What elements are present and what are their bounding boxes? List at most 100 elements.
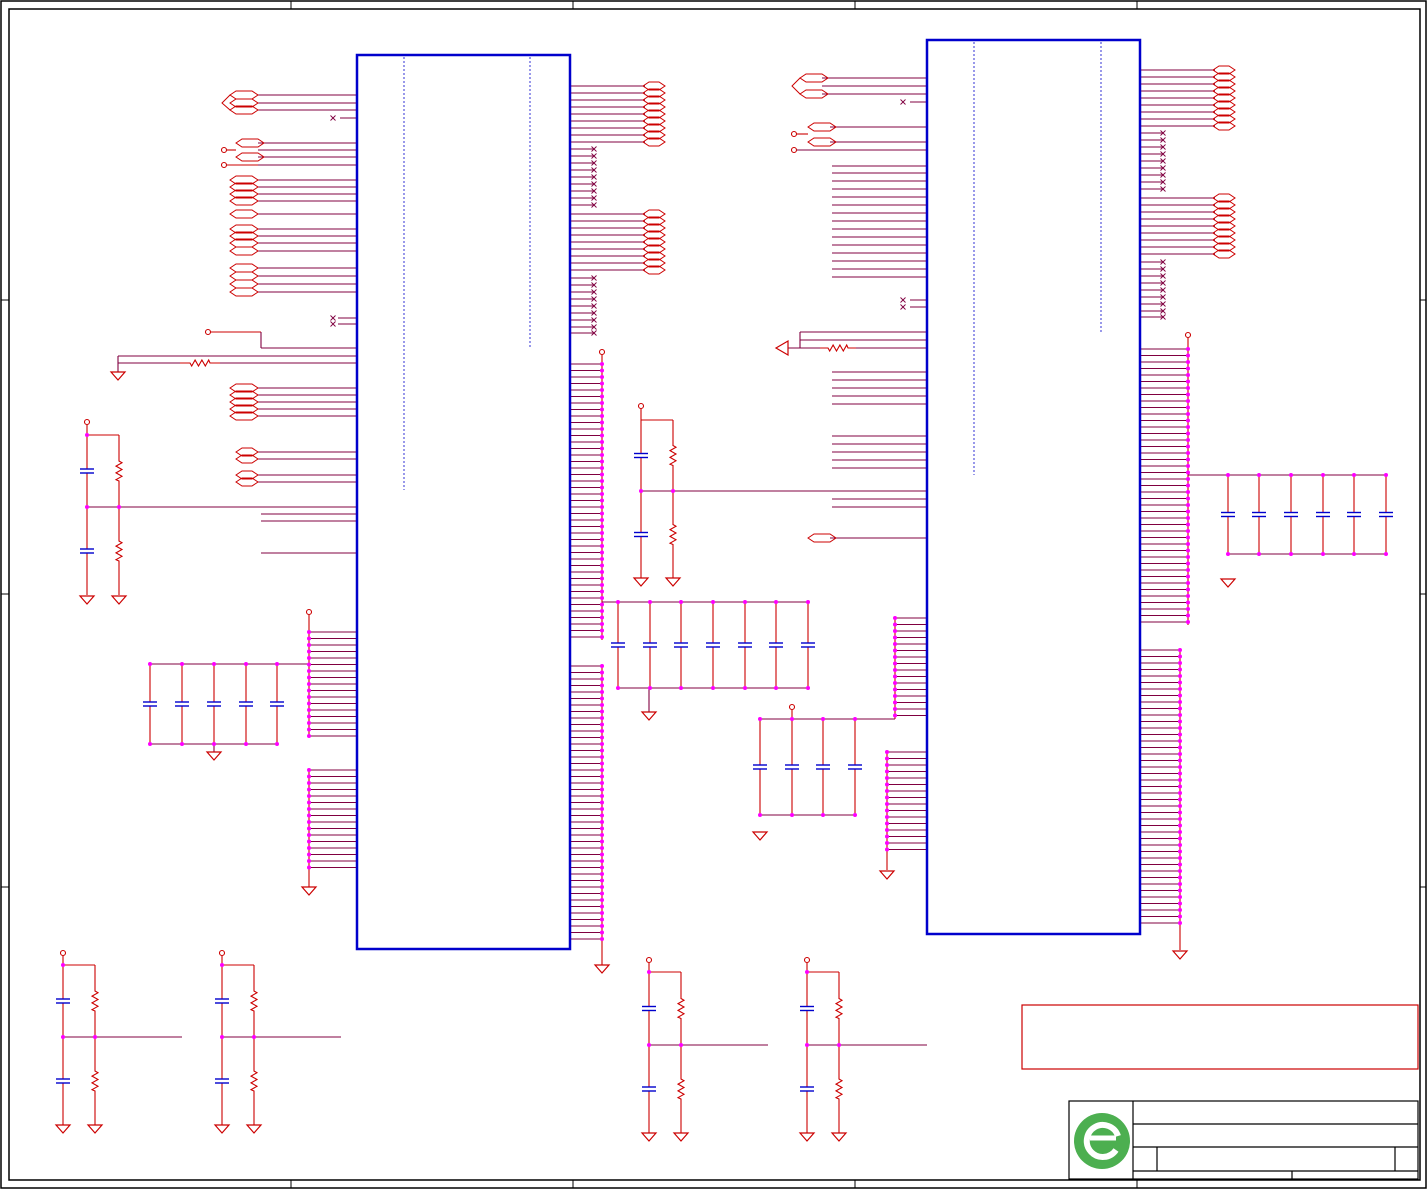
- junction-dot: [1186, 542, 1190, 546]
- junction-dot: [600, 394, 604, 399]
- resistor-icon[interactable]: [90, 965, 100, 1037]
- junction-dot: [1186, 379, 1190, 384]
- capacitor-icon[interactable]: [56, 1078, 70, 1084]
- junction-dot: [758, 813, 762, 817]
- resistor-icon[interactable]: [114, 507, 124, 595]
- resistor-icon[interactable]: [676, 1045, 686, 1133]
- ic-chip-left[interactable]: [355, 53, 572, 951]
- offpage-connector-icon[interactable]: [229, 209, 259, 219]
- power-port-icon[interactable]: [788, 703, 796, 711]
- power-port-icon[interactable]: [220, 146, 228, 154]
- capacitor-icon[interactable]: [1347, 511, 1361, 518]
- resistor-icon[interactable]: [249, 965, 259, 1037]
- offpage-connector-icon[interactable]: [229, 279, 259, 289]
- capacitor-icon[interactable]: [738, 642, 752, 648]
- capacitor-icon[interactable]: [785, 764, 799, 770]
- capacitor-icon[interactable]: [611, 642, 625, 648]
- offpage-connector-icon[interactable]: [229, 287, 259, 297]
- capacitor-icon[interactable]: [643, 642, 657, 648]
- offpage-connector-icon[interactable]: [229, 271, 259, 281]
- ic-chip-right[interactable]: [925, 38, 1142, 936]
- capacitor-icon[interactable]: [848, 764, 862, 770]
- offpage-connector-icon[interactable]: [229, 263, 259, 273]
- capacitor-icon[interactable]: [753, 764, 767, 770]
- junction-dot: [600, 518, 604, 522]
- power-port-icon[interactable]: [790, 130, 798, 138]
- schematic-sheet: [0, 0, 1427, 1189]
- power-port-icon[interactable]: [59, 949, 67, 957]
- power-port-icon[interactable]: [204, 328, 212, 336]
- power-port-icon[interactable]: [645, 956, 653, 964]
- capacitor-icon[interactable]: [239, 701, 253, 707]
- offpage-connector-icon[interactable]: [229, 246, 259, 256]
- junction-dot: [307, 826, 311, 831]
- resistor-icon[interactable]: [820, 343, 856, 353]
- resistor-icon[interactable]: [180, 358, 220, 368]
- resistor-icon[interactable]: [114, 435, 124, 507]
- power-port-icon[interactable]: [218, 949, 226, 957]
- capacitor-icon[interactable]: [80, 548, 94, 554]
- capacitor-icon[interactable]: [816, 764, 830, 770]
- resistor-icon[interactable]: [668, 420, 678, 491]
- power-port-icon[interactable]: [1184, 331, 1192, 339]
- junction-dot: [600, 670, 604, 675]
- junction-dot: [1186, 581, 1190, 585]
- capacitor-icon[interactable]: [1284, 511, 1298, 518]
- junction-dot: [1257, 552, 1261, 556]
- offpage-connector-icon[interactable]: [221, 94, 231, 111]
- junction-dot: [600, 852, 604, 857]
- junction-dot: [600, 576, 604, 581]
- capacitor-icon[interactable]: [706, 642, 720, 648]
- capacitor-icon[interactable]: [56, 998, 70, 1004]
- junction-dot: [600, 690, 604, 694]
- capacitor-icon[interactable]: [801, 642, 815, 648]
- resistor-icon[interactable]: [668, 491, 678, 578]
- junction-dot: [885, 841, 889, 845]
- junction-dot: [885, 769, 889, 774]
- power-port-icon[interactable]: [305, 608, 313, 616]
- power-port-icon[interactable]: [83, 418, 91, 426]
- power-port-icon[interactable]: [598, 348, 606, 356]
- capacitor-icon[interactable]: [642, 1086, 656, 1092]
- capacitor-icon[interactable]: [80, 468, 94, 474]
- capacitor-icon[interactable]: [1221, 511, 1235, 518]
- capacitor-icon[interactable]: [674, 642, 688, 648]
- power-port-icon[interactable]: [637, 402, 645, 410]
- resistor-icon[interactable]: [249, 1037, 259, 1125]
- capacitor-icon[interactable]: [1379, 511, 1393, 518]
- offpage-connector-icon[interactable]: [791, 77, 801, 95]
- capacitor-icon[interactable]: [634, 452, 648, 459]
- capacitor-icon[interactable]: [175, 701, 189, 707]
- resistor-icon[interactable]: [676, 972, 686, 1045]
- power-port-icon[interactable]: [790, 146, 798, 154]
- resistor-icon[interactable]: [90, 1037, 100, 1125]
- capacitor-icon[interactable]: [215, 998, 229, 1004]
- junction-dot: [307, 774, 311, 779]
- capacitor-icon[interactable]: [207, 701, 221, 707]
- capacitor-icon[interactable]: [143, 701, 157, 707]
- resistor-icon[interactable]: [834, 1045, 844, 1133]
- capacitor-icon[interactable]: [800, 1005, 814, 1012]
- capacitor-icon[interactable]: [800, 1086, 814, 1092]
- junction-dot: [1186, 457, 1190, 462]
- capacitor-icon[interactable]: [634, 531, 648, 538]
- power-port-icon[interactable]: [220, 161, 228, 169]
- capacitor-icon[interactable]: [215, 1078, 229, 1084]
- offpage-connector-icon[interactable]: [229, 90, 259, 100]
- junction-dot: [1186, 516, 1190, 520]
- capacitor-icon[interactable]: [769, 642, 783, 648]
- power-port-icon[interactable]: [803, 956, 811, 964]
- capacitor-icon[interactable]: [270, 701, 284, 707]
- junction-dot: [790, 717, 794, 721]
- capacitor-icon[interactable]: [1252, 511, 1266, 518]
- junction-dot: [679, 686, 683, 690]
- junction-dot: [1186, 470, 1190, 475]
- junction-dot: [806, 600, 810, 604]
- junction-dot: [893, 642, 897, 646]
- capacitor-icon[interactable]: [642, 1005, 656, 1012]
- junction-dot: [220, 963, 224, 967]
- junction-dot: [307, 820, 311, 824]
- resistor-icon[interactable]: [834, 972, 844, 1045]
- no-connect-mark: [900, 99, 906, 105]
- capacitor-icon[interactable]: [1316, 511, 1330, 518]
